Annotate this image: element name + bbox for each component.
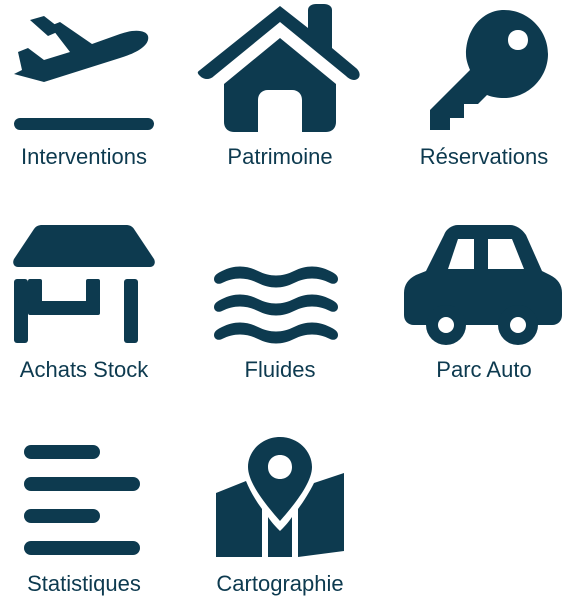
tile-label: Interventions (21, 144, 147, 169)
tile-cartographie[interactable]: Cartographie (196, 425, 364, 598)
key-icon (430, 10, 548, 130)
tile-interventions[interactable]: Interventions (0, 0, 168, 180)
tile-label: Achats Stock (19, 357, 149, 382)
house-icon (197, 4, 360, 132)
align-left-icon (24, 445, 140, 555)
tile-achats-stock[interactable]: Achats Stock (0, 215, 168, 390)
water-waves-icon (214, 266, 338, 344)
tile-reservations[interactable]: Réservations (400, 0, 568, 180)
map-location-icon (216, 437, 344, 557)
market-stall-icon (13, 225, 155, 343)
tile-label: Statistiques (27, 571, 141, 596)
tile-fluides[interactable]: Fluides (196, 215, 364, 390)
tile-label: Réservations (419, 144, 549, 169)
tile-label: Fluides (244, 357, 316, 382)
plane-departure-icon (14, 16, 154, 130)
tile-label: Patrimoine (227, 144, 333, 169)
tile-label: Parc Auto (436, 357, 532, 382)
tile-parc-auto[interactable]: Parc Auto (400, 215, 568, 390)
tile-statistiques[interactable]: Statistiques (0, 425, 168, 598)
tile-label: Cartographie (216, 571, 344, 596)
tile-patrimoine[interactable]: Patrimoine (196, 0, 364, 180)
car-icon (404, 225, 562, 345)
